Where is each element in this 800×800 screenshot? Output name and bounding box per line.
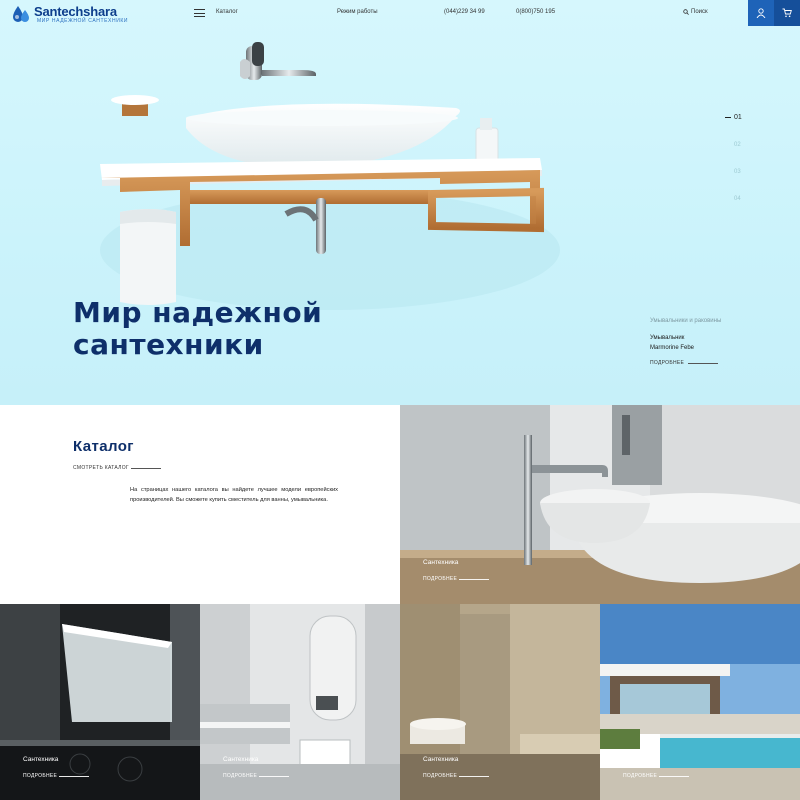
slide-4-button[interactable]: 04: [734, 196, 741, 202]
hero-title-line1: Мир надежной: [73, 296, 323, 329]
hero-product-info: Умывальники и раковины Умывальник Marmor…: [650, 318, 770, 366]
hero-product-name: Marmorine Febe: [650, 345, 695, 351]
logo[interactable]: Santechshara МИР НАДЕЖНОЙ САНТЕХНИКИ: [12, 2, 132, 24]
slide-2-button[interactable]: 02: [734, 142, 741, 148]
tile-1-label: Сантехника: [423, 559, 459, 566]
hero-category: Умывальники и раковины: [650, 318, 722, 324]
nav-catalog[interactable]: Каталог: [216, 9, 238, 15]
phone-number-1[interactable]: (044)229 34 99: [444, 9, 485, 15]
tile-3-image: [200, 604, 400, 800]
category-tile-1[interactable]: Сантехника ПОДРОБНЕЕ: [400, 405, 800, 604]
tile-3-label: Сантехника: [223, 756, 259, 763]
category-tile-4[interactable]: Сантехника ПОДРОБНЕЕ: [400, 604, 600, 800]
nav-working-hours[interactable]: Режим работы: [337, 9, 378, 15]
phone-number-2[interactable]: 0(800)750 195: [516, 9, 555, 15]
hero-banner: Мир надежной сантехники 01 02 03 04 Умыв…: [0, 0, 800, 405]
cart-icon: [782, 8, 792, 18]
category-tile-3[interactable]: Сантехника ПОДРОБНЕЕ: [200, 604, 400, 800]
cart-button[interactable]: [774, 0, 800, 26]
view-catalog-link[interactable]: СМОТРЕТЬ КАТАЛОГ: [73, 465, 161, 471]
tile-1-more-link[interactable]: ПОДРОБНЕЕ: [423, 576, 489, 582]
category-tile-2[interactable]: Сантехника ПОДРОБНЕЕ: [0, 604, 200, 800]
logo-name: Santechshara: [34, 4, 117, 19]
hero-title: Мир надежной сантехники: [73, 297, 322, 361]
tile-1-image: [400, 405, 800, 604]
tile-2-image: [0, 604, 200, 800]
hero-more-link[interactable]: ПОДРОБНЕЕ: [650, 360, 718, 366]
logo-tagline: МИР НАДЕЖНОЙ САНТЕХНИКИ: [37, 18, 129, 24]
catalog-intro: Каталог СМОТРЕТЬ КАТАЛОГ На страницах на…: [0, 405, 400, 604]
tile-5-image: [600, 604, 800, 800]
tile-2-label: Сантехника: [23, 756, 59, 763]
tile-2-more-link[interactable]: ПОДРОБНЕЕ: [23, 773, 89, 779]
tile-5-more-link[interactable]: ПОДРОБНЕЕ: [623, 773, 689, 779]
tile-3-more-link[interactable]: ПОДРОБНЕЕ: [223, 773, 289, 779]
tile-5-label: Сантехника: [623, 756, 659, 763]
hero-title-line2: сантехники: [73, 328, 264, 361]
search-icon: [683, 9, 689, 15]
tile-4-label: Сантехника: [423, 756, 459, 763]
slide-1-button[interactable]: 01: [725, 114, 742, 121]
hero-product-type: Умывальник: [650, 335, 685, 341]
category-tile-5[interactable]: Сантехника ПОДРОБНЕЕ: [600, 604, 800, 800]
menu-icon[interactable]: [194, 9, 205, 17]
logo-drops-icon: [13, 6, 29, 22]
user-icon: [756, 8, 766, 18]
tile-4-more-link[interactable]: ПОДРОБНЕЕ: [423, 773, 489, 779]
catalog-description: На страницах нашего каталога вы найдете …: [130, 487, 338, 503]
account-button[interactable]: [748, 0, 774, 26]
site-header: Santechshara МИР НАДЕЖНОЙ САНТЕХНИКИ Кат…: [0, 0, 800, 26]
catalog-title: Каталог: [73, 438, 134, 455]
slide-3-button[interactable]: 03: [734, 169, 741, 175]
search-label: Поиск: [691, 9, 708, 15]
tile-4-image: [400, 604, 600, 800]
